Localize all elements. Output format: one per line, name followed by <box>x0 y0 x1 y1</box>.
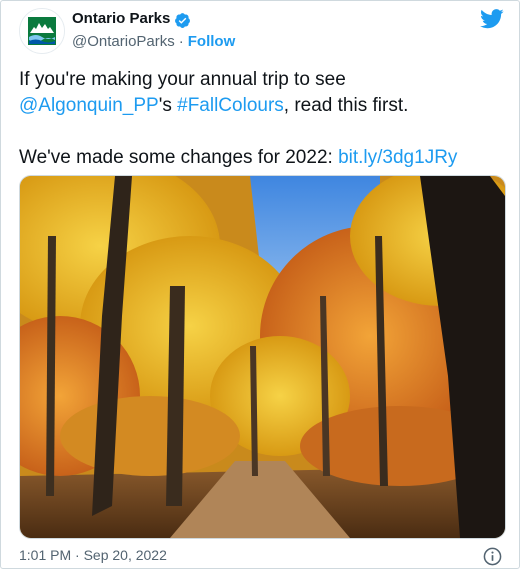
autumn-forest-trail-photo <box>20 176 505 538</box>
timestamp[interactable]: 1:01 PM · Sep 20, 2022 <box>19 547 167 563</box>
ontario-parks-logo-icon <box>20 9 64 53</box>
separator-dot: · <box>178 33 184 50</box>
handle-row: @OntarioParks · Follow <box>72 33 235 50</box>
hashtag-link[interactable]: #FallColours <box>177 95 284 116</box>
avatar[interactable] <box>19 8 65 54</box>
url-link[interactable]: bit.ly/3dg1JRy <box>338 147 457 168</box>
info-icon[interactable] <box>483 547 502 566</box>
tweet-line-2-tail: , read this first. <box>283 95 409 116</box>
author-handle[interactable]: @OntarioParks <box>72 33 175 50</box>
mention-link[interactable]: @Algonquin_PP <box>19 95 159 116</box>
verified-badge-icon <box>175 13 190 28</box>
tweet-text: If you're making your annual trip to see… <box>19 67 509 171</box>
author-name[interactable]: Ontario Parks <box>72 10 170 27</box>
tweet-paragraph-2: We've made some changes for 2022: bit.ly… <box>19 145 509 171</box>
follow-button[interactable]: Follow <box>188 33 236 50</box>
tweet-card: Ontario Parks @OntarioParks · Follow If yo… <box>0 0 520 569</box>
tweet-photo[interactable] <box>19 175 506 539</box>
possessive-text: 's <box>158 95 178 116</box>
tweet-paragraph-1: If you're making your annual trip to see… <box>19 67 509 119</box>
twitter-bird-icon[interactable] <box>480 9 504 29</box>
tweet-line-1: If you're making your annual trip to see <box>19 69 346 90</box>
tweet-line-3: We've made some changes for 2022: <box>19 147 339 168</box>
